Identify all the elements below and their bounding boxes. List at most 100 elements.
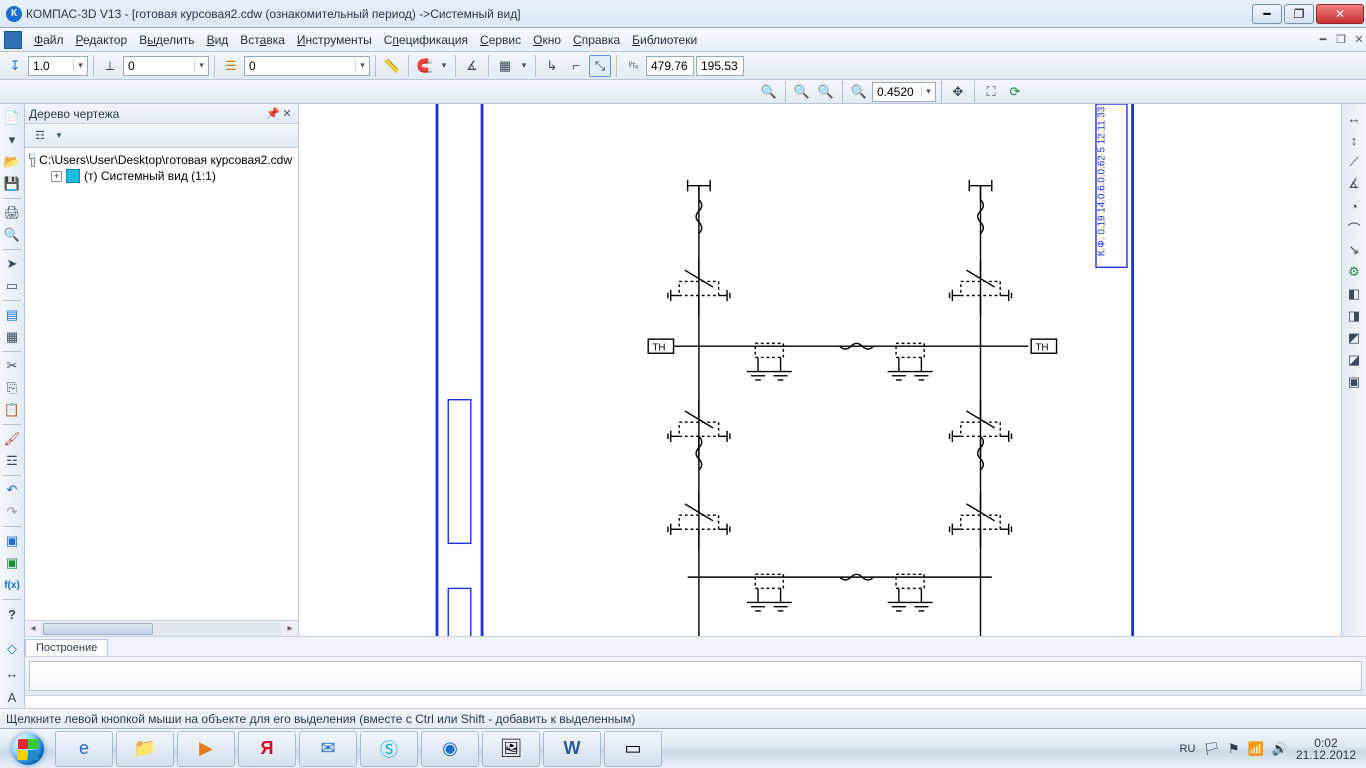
panel-geometry-icon[interactable]: ◇ — [1, 638, 23, 660]
lib-green-icon[interactable]: ▣ — [2, 553, 22, 573]
new-dropdown[interactable]: ▾ — [2, 130, 22, 150]
zoom-prev-icon[interactable]: ⛶ — [980, 81, 1002, 103]
tray-network-icon[interactable]: 📶 — [1248, 741, 1264, 757]
copy-icon[interactable]: ⎘ — [2, 378, 22, 398]
cursor-icon[interactable]: ➤ — [2, 254, 22, 274]
dim-misc5-icon[interactable]: ▣ — [1344, 372, 1364, 392]
tray-volume-icon[interactable]: 🔊 — [1272, 741, 1288, 757]
open-icon[interactable]: 📂 — [2, 152, 22, 172]
dim-misc3-icon[interactable]: ◩ — [1344, 328, 1364, 348]
task-wmp[interactable]: ▶ — [177, 731, 235, 767]
style2-input[interactable] — [124, 57, 194, 75]
magnet-icon[interactable]: 🧲 — [414, 55, 436, 77]
preview-icon[interactable]: 🔍 — [2, 225, 22, 245]
menu-select[interactable]: Выделить — [133, 31, 200, 49]
menu-editor[interactable]: Редактор — [70, 31, 134, 49]
tree-display-dropdown[interactable]: ▾ — [53, 125, 65, 147]
dim-vert-icon[interactable]: ↕ — [1344, 130, 1364, 150]
tree-display-icon[interactable]: ☶ — [29, 125, 51, 147]
maximize-button[interactable]: ❐ — [1284, 4, 1314, 24]
menu-tools[interactable]: Инструменты — [291, 31, 378, 49]
paste-icon[interactable]: 📋 — [2, 400, 22, 420]
task-ie[interactable]: e — [55, 731, 113, 767]
basepoint-icon[interactable]: ↧ — [4, 55, 26, 77]
zoom-input[interactable] — [873, 83, 921, 101]
task-yandex[interactable]: Я — [238, 731, 296, 767]
magnet-dropdown[interactable]: ▾ — [438, 55, 450, 77]
zoom-fit-icon[interactable]: 🔍 — [848, 81, 870, 103]
dim-misc2-icon[interactable]: ◨ — [1344, 306, 1364, 326]
zoom-in-icon[interactable]: 🔍 — [758, 81, 780, 103]
drawing-canvas[interactable]: ТН ТН — [299, 104, 1341, 636]
print-icon[interactable]: 🖨 — [2, 203, 22, 223]
close-button[interactable]: ✕ — [1316, 4, 1364, 24]
dim-angle-icon[interactable]: ∡ — [1344, 174, 1364, 194]
dim-leader-icon[interactable]: ↘ — [1344, 240, 1364, 260]
tray-clock[interactable]: 0:02 21.12.2012 — [1296, 737, 1356, 761]
tree-pin-icon[interactable]: 📌 — [266, 107, 280, 120]
menu-libs[interactable]: Библиотеки — [626, 31, 703, 49]
ortho-y-icon[interactable]: ⌐ — [565, 55, 587, 77]
mdi-minimize-button[interactable]: ━ — [1316, 33, 1330, 47]
dim-misc4-icon[interactable]: ◪ — [1344, 350, 1364, 370]
dim-misc1-icon[interactable]: ◧ — [1344, 284, 1364, 304]
menu-service[interactable]: Сервис — [474, 31, 527, 49]
lang-indicator[interactable]: RU — [1180, 743, 1196, 755]
coord-y-field[interactable]: 195.53 — [696, 56, 744, 76]
style-input[interactable] — [29, 57, 73, 75]
scroll-thumb[interactable] — [43, 623, 153, 635]
dim-horiz-icon[interactable]: ↔ — [1344, 108, 1364, 128]
layer-input[interactable] — [245, 57, 355, 75]
redraw-icon[interactable]: ⟳ — [1004, 81, 1026, 103]
zoom-window-icon[interactable]: 🔍 — [791, 81, 813, 103]
menu-file[interactable]: Файл — [28, 31, 70, 49]
command-input[interactable] — [29, 661, 1362, 691]
ortho-x-icon[interactable]: ↳ — [541, 55, 563, 77]
select-icon[interactable]: ▭ — [2, 276, 22, 296]
task-skype[interactable]: Ⓢ — [360, 731, 418, 767]
menu-spec[interactable]: Спецификация — [378, 31, 474, 49]
tab-construction[interactable]: Построение — [25, 639, 108, 656]
tree-view-node[interactable]: + (т) Системный вид (1:1) — [27, 168, 296, 184]
task-photos[interactable]: 🖼 — [482, 731, 540, 767]
tree-file-node[interactable]: C:\Users\User\Desktop\готовая курсовая2.… — [27, 152, 296, 168]
tray-action-icon[interactable]: ⚑ — [1228, 741, 1240, 757]
expand-icon[interactable]: + — [51, 171, 62, 182]
task-mail[interactable]: ✉ — [299, 731, 357, 767]
grid-dropdown[interactable]: ▾ — [518, 55, 530, 77]
mdi-close-button[interactable]: ✕ — [1352, 33, 1366, 47]
menu-insert[interactable]: Вставка — [234, 31, 291, 49]
dim-radius-icon[interactable]: ◔ — [1344, 196, 1364, 216]
layer-combo[interactable]: ▾ — [244, 56, 370, 76]
ortho-toggle-icon[interactable]: ⤡ — [589, 55, 611, 77]
style2-combo[interactable]: ▾ — [123, 56, 209, 76]
help-icon[interactable]: ? — [2, 604, 22, 624]
format-icon[interactable]: ▦ — [2, 327, 22, 347]
tray-flag-icon[interactable]: 🏳 — [1203, 741, 1220, 757]
tree-hscroll[interactable]: ◂ ▸ — [25, 620, 298, 636]
var-icon[interactable]: f(x) — [2, 575, 22, 595]
menu-view[interactable]: Вид — [201, 31, 235, 49]
undo-icon[interactable]: ↶ — [2, 480, 22, 500]
dim-config-icon[interactable]: ⚙ — [1344, 262, 1364, 282]
minimize-button[interactable]: ━ — [1252, 4, 1282, 24]
menu-help[interactable]: Справка — [567, 31, 626, 49]
tree-close-icon[interactable]: ✕ — [280, 107, 294, 120]
task-word[interactable]: W — [543, 731, 601, 767]
panel-dims-icon[interactable]: ↔ — [1, 662, 23, 684]
scroll-track[interactable] — [41, 622, 282, 636]
new-icon[interactable]: 📄 — [2, 108, 22, 128]
start-button[interactable] — [4, 731, 52, 767]
angle-icon[interactable]: ⟂ — [99, 55, 121, 77]
pan-icon[interactable]: ✥ — [947, 81, 969, 103]
scroll-left-icon[interactable]: ◂ — [25, 623, 41, 634]
dim-parallel-icon[interactable]: ⟋ — [1344, 152, 1364, 172]
panel-text-icon[interactable]: A — [1, 686, 23, 708]
measure-icon[interactable]: 📏 — [381, 55, 403, 77]
menu-window[interactable]: Окно — [527, 31, 567, 49]
document-icon[interactable] — [4, 31, 22, 49]
dim-arc-icon[interactable]: ⌒ — [1344, 218, 1364, 238]
mdi-restore-button[interactable]: ❐ — [1334, 33, 1348, 47]
cut-icon[interactable]: ✂ — [2, 356, 22, 376]
task-explorer[interactable]: 📁 — [116, 731, 174, 767]
